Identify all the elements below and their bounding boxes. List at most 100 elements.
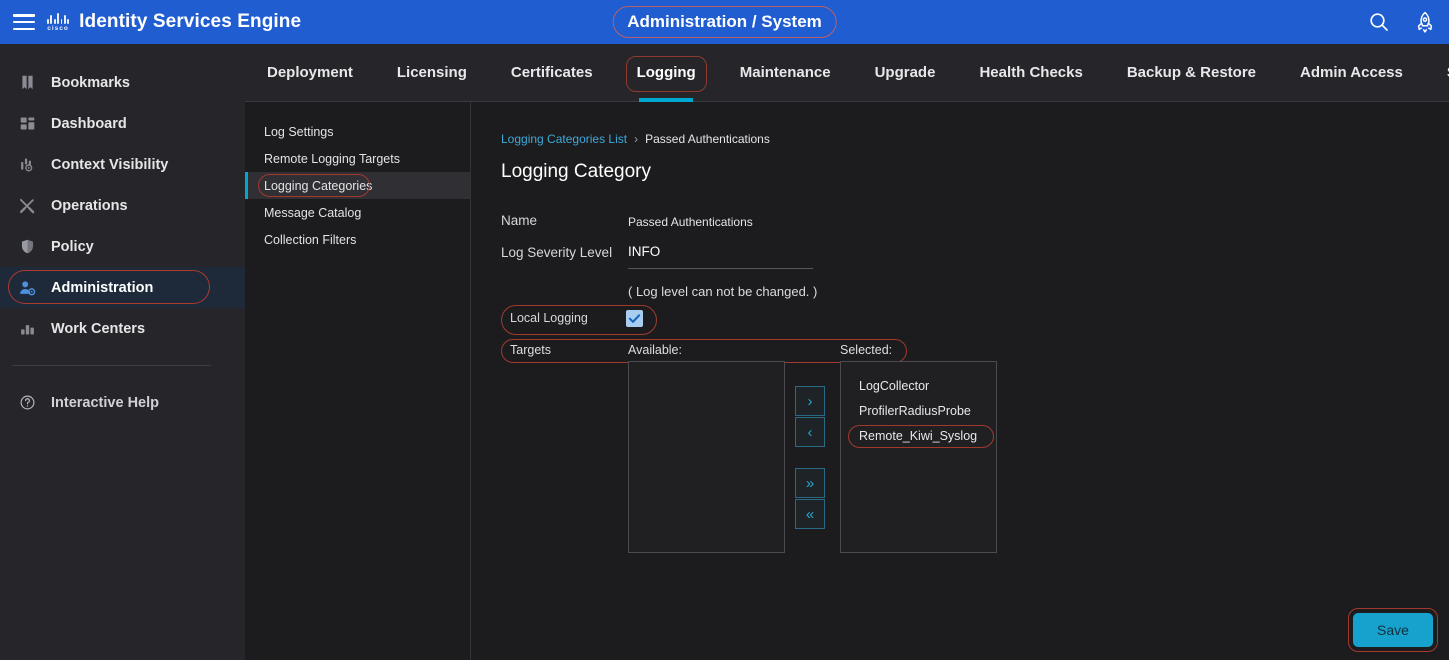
tab-certificates[interactable]: Certificates xyxy=(489,44,615,102)
sidebar-item-label: Bookmarks xyxy=(51,74,130,91)
list-item[interactable]: ProfilerRadiusProbe xyxy=(841,399,996,424)
save-button-area: Save xyxy=(1348,608,1438,652)
rocket-icon[interactable] xyxy=(1413,10,1437,34)
tab-label: Maintenance xyxy=(739,64,831,81)
sidebar-item-policy[interactable]: Policy xyxy=(0,226,245,267)
sidebar-item-work-centers[interactable]: Work Centers xyxy=(0,308,245,349)
admin-user-icon xyxy=(12,279,42,297)
tab-logging[interactable]: Logging xyxy=(615,44,718,102)
tab-label: Deployment xyxy=(267,64,353,81)
tab-label: Backup & Restore xyxy=(1126,64,1257,81)
logging-subnav: Log Settings Remote Logging Targets Logg… xyxy=(245,102,471,660)
main-content-pane: Logging Categories List › Passed Authent… xyxy=(471,102,1449,660)
subnav-item-message-catalog[interactable]: Message Catalog xyxy=(245,199,470,226)
tab-backup-restore[interactable]: Backup & Restore xyxy=(1105,44,1278,102)
dashboard-grid-icon xyxy=(12,115,42,132)
log-severity-level-label: Log Severity Level xyxy=(501,245,613,260)
list-item-label: LogCollector xyxy=(859,379,930,393)
local-logging-label: Local Logging xyxy=(510,311,588,325)
sidebar-item-label: Context Visibility xyxy=(51,156,169,173)
sidebar-item-bookmarks[interactable]: Bookmarks xyxy=(0,62,245,103)
shield-icon xyxy=(12,238,42,255)
list-item-label: ProfilerRadiusProbe xyxy=(859,404,971,418)
active-tab-underline xyxy=(639,97,694,102)
subnav-item-remote-logging-targets[interactable]: Remote Logging Targets xyxy=(245,145,470,172)
context-visibility-icon xyxy=(12,156,42,173)
subnav-item-label: Message Catalog xyxy=(264,205,362,220)
tab-label: Health Checks xyxy=(979,64,1083,81)
ise-application-window: cisco Identity Services Engine Administr… xyxy=(0,0,1449,660)
local-logging-checkbox[interactable] xyxy=(626,310,643,327)
bar-chart-icon xyxy=(12,320,42,337)
tab-settings[interactable]: Settings xyxy=(1425,44,1449,102)
sidebar-item-interactive-help[interactable]: Interactive Help xyxy=(0,382,245,423)
list-item[interactable]: Remote_Kiwi_Syslog xyxy=(841,424,996,449)
subnav-item-label: Collection Filters xyxy=(264,232,357,247)
name-label: Name xyxy=(501,213,538,228)
local-logging-row: Local Logging xyxy=(501,305,657,335)
app-title: Identity Services Engine xyxy=(79,11,302,32)
tab-upgrade[interactable]: Upgrade xyxy=(853,44,958,102)
sidebar-item-operations[interactable]: Operations xyxy=(0,185,245,226)
tab-admin-access[interactable]: Admin Access xyxy=(1278,44,1425,102)
sidebar-item-label: Interactive Help xyxy=(51,394,159,411)
targets-label: Targets xyxy=(510,343,551,357)
question-circle-icon xyxy=(12,394,42,411)
targets-header-row: Targets Available: Selected: xyxy=(501,339,907,363)
tab-label: Certificates xyxy=(510,64,593,81)
subnav-item-label: Remote Logging Targets xyxy=(264,151,400,166)
subnav-item-log-settings[interactable]: Log Settings xyxy=(245,118,470,145)
hamburger-menu-icon[interactable] xyxy=(13,14,35,30)
list-item-label: Remote_Kiwi_Syslog xyxy=(859,429,978,443)
context-title: Administration / System xyxy=(612,6,837,38)
tab-label: Admin Access xyxy=(1300,64,1403,81)
move-all-left-button[interactable]: « xyxy=(795,499,825,529)
bookmark-icon xyxy=(12,74,42,91)
tab-label: Licensing xyxy=(396,64,467,81)
page-title: Logging Category xyxy=(501,161,651,182)
sidebar-item-label: Administration xyxy=(51,279,154,296)
header-icon-group xyxy=(1367,10,1437,34)
breadcrumb-current: Passed Authentications xyxy=(645,132,770,146)
top-header-bar: cisco Identity Services Engine Administr… xyxy=(0,0,1449,44)
subnav-item-label: Logging Categories xyxy=(264,178,373,193)
selected-targets-list[interactable]: LogCollector ProfilerRadiusProbe Remote_… xyxy=(840,361,997,553)
tab-label: Logging xyxy=(636,64,696,81)
tab-deployment[interactable]: Deployment xyxy=(245,44,375,102)
sidebar-item-label: Dashboard xyxy=(51,115,127,132)
breadcrumb: Logging Categories List › Passed Authent… xyxy=(501,132,770,146)
subnav-item-logging-categories[interactable]: Logging Categories xyxy=(245,172,470,199)
sidebar-item-administration[interactable]: Administration xyxy=(0,267,245,308)
chevron-right-icon: › xyxy=(634,132,639,146)
sidebar-divider xyxy=(12,365,211,366)
breadcrumb-link-logging-categories-list[interactable]: Logging Categories List xyxy=(501,132,627,146)
move-left-button[interactable]: ‹ xyxy=(795,417,825,447)
sidebar-item-context-visibility[interactable]: Context Visibility xyxy=(0,144,245,185)
tab-licensing[interactable]: Licensing xyxy=(375,44,489,102)
move-all-right-button[interactable]: » xyxy=(795,468,825,498)
cisco-logo: cisco xyxy=(47,12,70,32)
log-severity-note: ( Log level can not be changed. ) xyxy=(628,284,818,299)
save-button[interactable]: Save xyxy=(1353,613,1433,647)
sidebar-item-label: Work Centers xyxy=(51,320,146,337)
search-icon[interactable] xyxy=(1367,10,1391,34)
name-value: Passed Authentications xyxy=(628,215,753,229)
primary-sidebar: Bookmarks Dashboard Context Visibility O… xyxy=(0,44,245,660)
subnav-item-collection-filters[interactable]: Collection Filters xyxy=(245,226,470,253)
checkmark-icon xyxy=(628,314,641,323)
selected-label: Selected: xyxy=(840,343,893,357)
tab-label: Upgrade xyxy=(874,64,936,81)
available-targets-list[interactable] xyxy=(628,361,785,553)
sidebar-item-label: Policy xyxy=(51,238,94,255)
move-right-button[interactable]: › xyxy=(795,386,825,416)
available-label: Available: xyxy=(628,343,682,357)
tools-icon xyxy=(12,197,42,215)
subnav-item-label: Log Settings xyxy=(264,124,334,139)
tab-health-checks[interactable]: Health Checks xyxy=(957,44,1104,102)
log-severity-level-field: INFO xyxy=(628,244,813,269)
primary-tab-bar: Deployment Licensing Certificates Loggin… xyxy=(245,44,1449,102)
cisco-wordmark: cisco xyxy=(47,24,69,32)
tab-maintenance[interactable]: Maintenance xyxy=(718,44,853,102)
sidebar-item-dashboard[interactable]: Dashboard xyxy=(0,103,245,144)
list-item[interactable]: LogCollector xyxy=(841,374,996,399)
